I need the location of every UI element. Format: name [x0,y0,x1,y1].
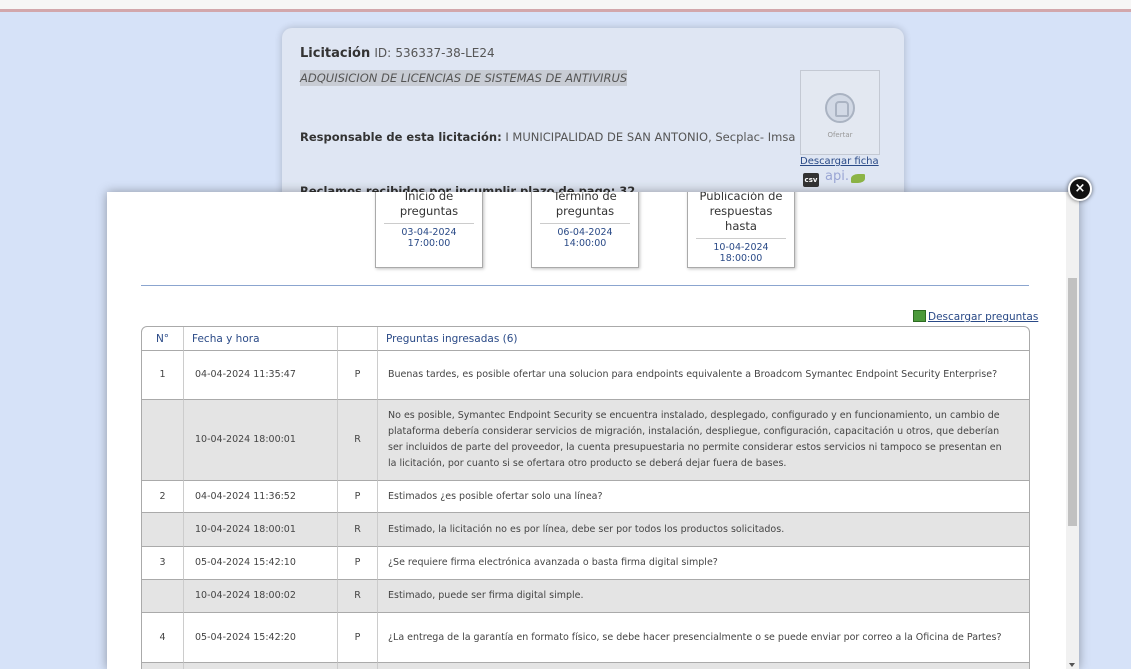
header-preguntas: Preguntas ingresadas (6) [378,327,1029,351]
date-box-time: 14:00:00 [563,238,607,249]
date-box-date: 06-04-2024 [557,227,613,238]
cell-fecha: 10-04-2024 18:00:01 [184,400,338,481]
cell-texto: ¿La entrega de la garantía en formato fí… [378,613,1029,663]
date-box-divider [540,223,630,224]
cell-fecha: 04-04-2024 11:36:52 [184,481,338,513]
scrollbar-thumb[interactable] [1068,278,1077,526]
cell-texto: No es posible, Symantec Endpoint Securit… [378,400,1029,481]
date-box-label: Publicación de respuestas hasta [699,192,783,233]
cell-fecha: 04-04-2024 11:35:47 [184,351,338,400]
descargar-preguntas-link[interactable]: Descargar preguntas [928,311,1038,323]
top-bar [0,0,1131,12]
licitacion-label: Licitación [300,46,371,61]
licitacion-header: Licitación ID: 536337-38-LE24 [300,46,495,61]
cell-numero [142,513,184,547]
header-tipo [338,327,378,351]
api-link[interactable]: api. [825,169,849,184]
table-row [142,663,1029,669]
cell-tipo: P [338,547,378,580]
date-box-divider [384,223,474,224]
excel-icon[interactable] [913,310,926,322]
scroll-down-arrow-icon[interactable] [1069,663,1075,667]
modal-scrollbar[interactable] [1066,192,1079,669]
responsable: Responsable de esta licitación: I MUNICI… [300,130,795,144]
csv-icon[interactable]: csv [803,173,819,187]
cell-texto: Buenas tardes, es posible ofertar una so… [378,351,1029,400]
cell-tipo: P [338,481,378,513]
cell-texto: Estimados ¿es posible ofertar solo una l… [378,481,1029,513]
cell-tipo: R [338,513,378,547]
table-row: 1 04-04-2024 11:35:47 P Buenas tardes, e… [142,351,1029,400]
date-box-label: Término de preguntas [553,192,617,218]
header-numero: N° [142,327,184,351]
ofertar-button[interactable]: Ofertar [800,70,880,155]
cell-numero: 1 [142,351,184,400]
date-box-label: Inicio de preguntas [399,192,459,218]
licitacion-id-label: ID: [374,46,392,60]
date-box-time: 17:00:00 [407,238,451,249]
cell-tipo: P [338,613,378,663]
cell-numero [142,400,184,481]
cell-numero [142,580,184,613]
responsable-label: Responsable de esta licitación: [300,130,502,144]
cell-tipo: R [338,400,378,481]
descargar-ficha-link[interactable]: Descargar ficha [800,156,879,167]
hand-icon [825,93,855,123]
table-row: 2 04-04-2024 11:36:52 P Estimados ¿es po… [142,481,1029,513]
responsable-value: I MUNICIPALIDAD DE SAN ANTONIO, Secplac-… [505,130,796,144]
cell-texto: ¿Se requiere firma electrónica avanzada … [378,547,1029,580]
questions-table: N° Fecha y hora Preguntas ingresadas (6)… [141,326,1030,669]
leaf-icon[interactable] [851,174,865,183]
close-modal-button[interactable]: × [1068,177,1092,201]
cell-numero: 4 [142,613,184,663]
cell-texto: Estimado, puede ser firma digital simple… [378,580,1029,613]
cell-fecha: 10-04-2024 18:00:01 [184,513,338,547]
header-fecha: Fecha y hora [184,327,338,351]
cell-tipo: R [338,580,378,613]
date-box-publicacion: Publicación de respuestas hasta 10-04-20… [687,192,795,268]
table-row: 4 05-04-2024 15:42:20 P ¿La entrega de l… [142,613,1029,663]
ofertar-label: Ofertar [827,131,853,139]
date-box-inicio: Inicio de preguntas 03-04-2024 17:00:00 [375,192,483,268]
cell-fecha: 10-04-2024 18:00:02 [184,580,338,613]
table-row: 10-04-2024 18:00:02 R Estimado, puede se… [142,580,1029,613]
cell-texto: Estimado, la licitación no es por línea,… [378,513,1029,547]
cell-numero: 2 [142,481,184,513]
questions-modal: Inicio de preguntas 03-04-2024 17:00:00 … [107,192,1079,669]
table-row: 10-04-2024 18:00:01 R Estimado, la licit… [142,513,1029,547]
date-box-time: 18:00:00 [719,253,763,264]
cell-fecha: 05-04-2024 15:42:20 [184,613,338,663]
licitacion-id: 536337-38-LE24 [395,46,495,60]
date-box-termino: Término de preguntas 06-04-2024 14:00:00 [531,192,639,268]
date-box-divider [696,238,786,239]
cell-tipo: P [338,351,378,400]
cell-numero: 3 [142,547,184,580]
table-row: 10-04-2024 18:00:01 R No es posible, Sym… [142,400,1029,481]
table-row: 3 05-04-2024 15:42:10 P ¿Se requiere fir… [142,547,1029,580]
date-box-date: 03-04-2024 [401,227,457,238]
licitacion-title: ADQUISICION DE LICENCIAS DE SISTEMAS DE … [300,70,628,86]
licitacion-card: Licitación ID: 536337-38-LE24 ADQUISICIO… [282,28,904,203]
section-divider [141,285,1029,286]
table-header-row: N° Fecha y hora Preguntas ingresadas (6) [142,327,1029,351]
date-box-date: 10-04-2024 [713,242,769,253]
cell-fecha: 05-04-2024 15:42:10 [184,547,338,580]
